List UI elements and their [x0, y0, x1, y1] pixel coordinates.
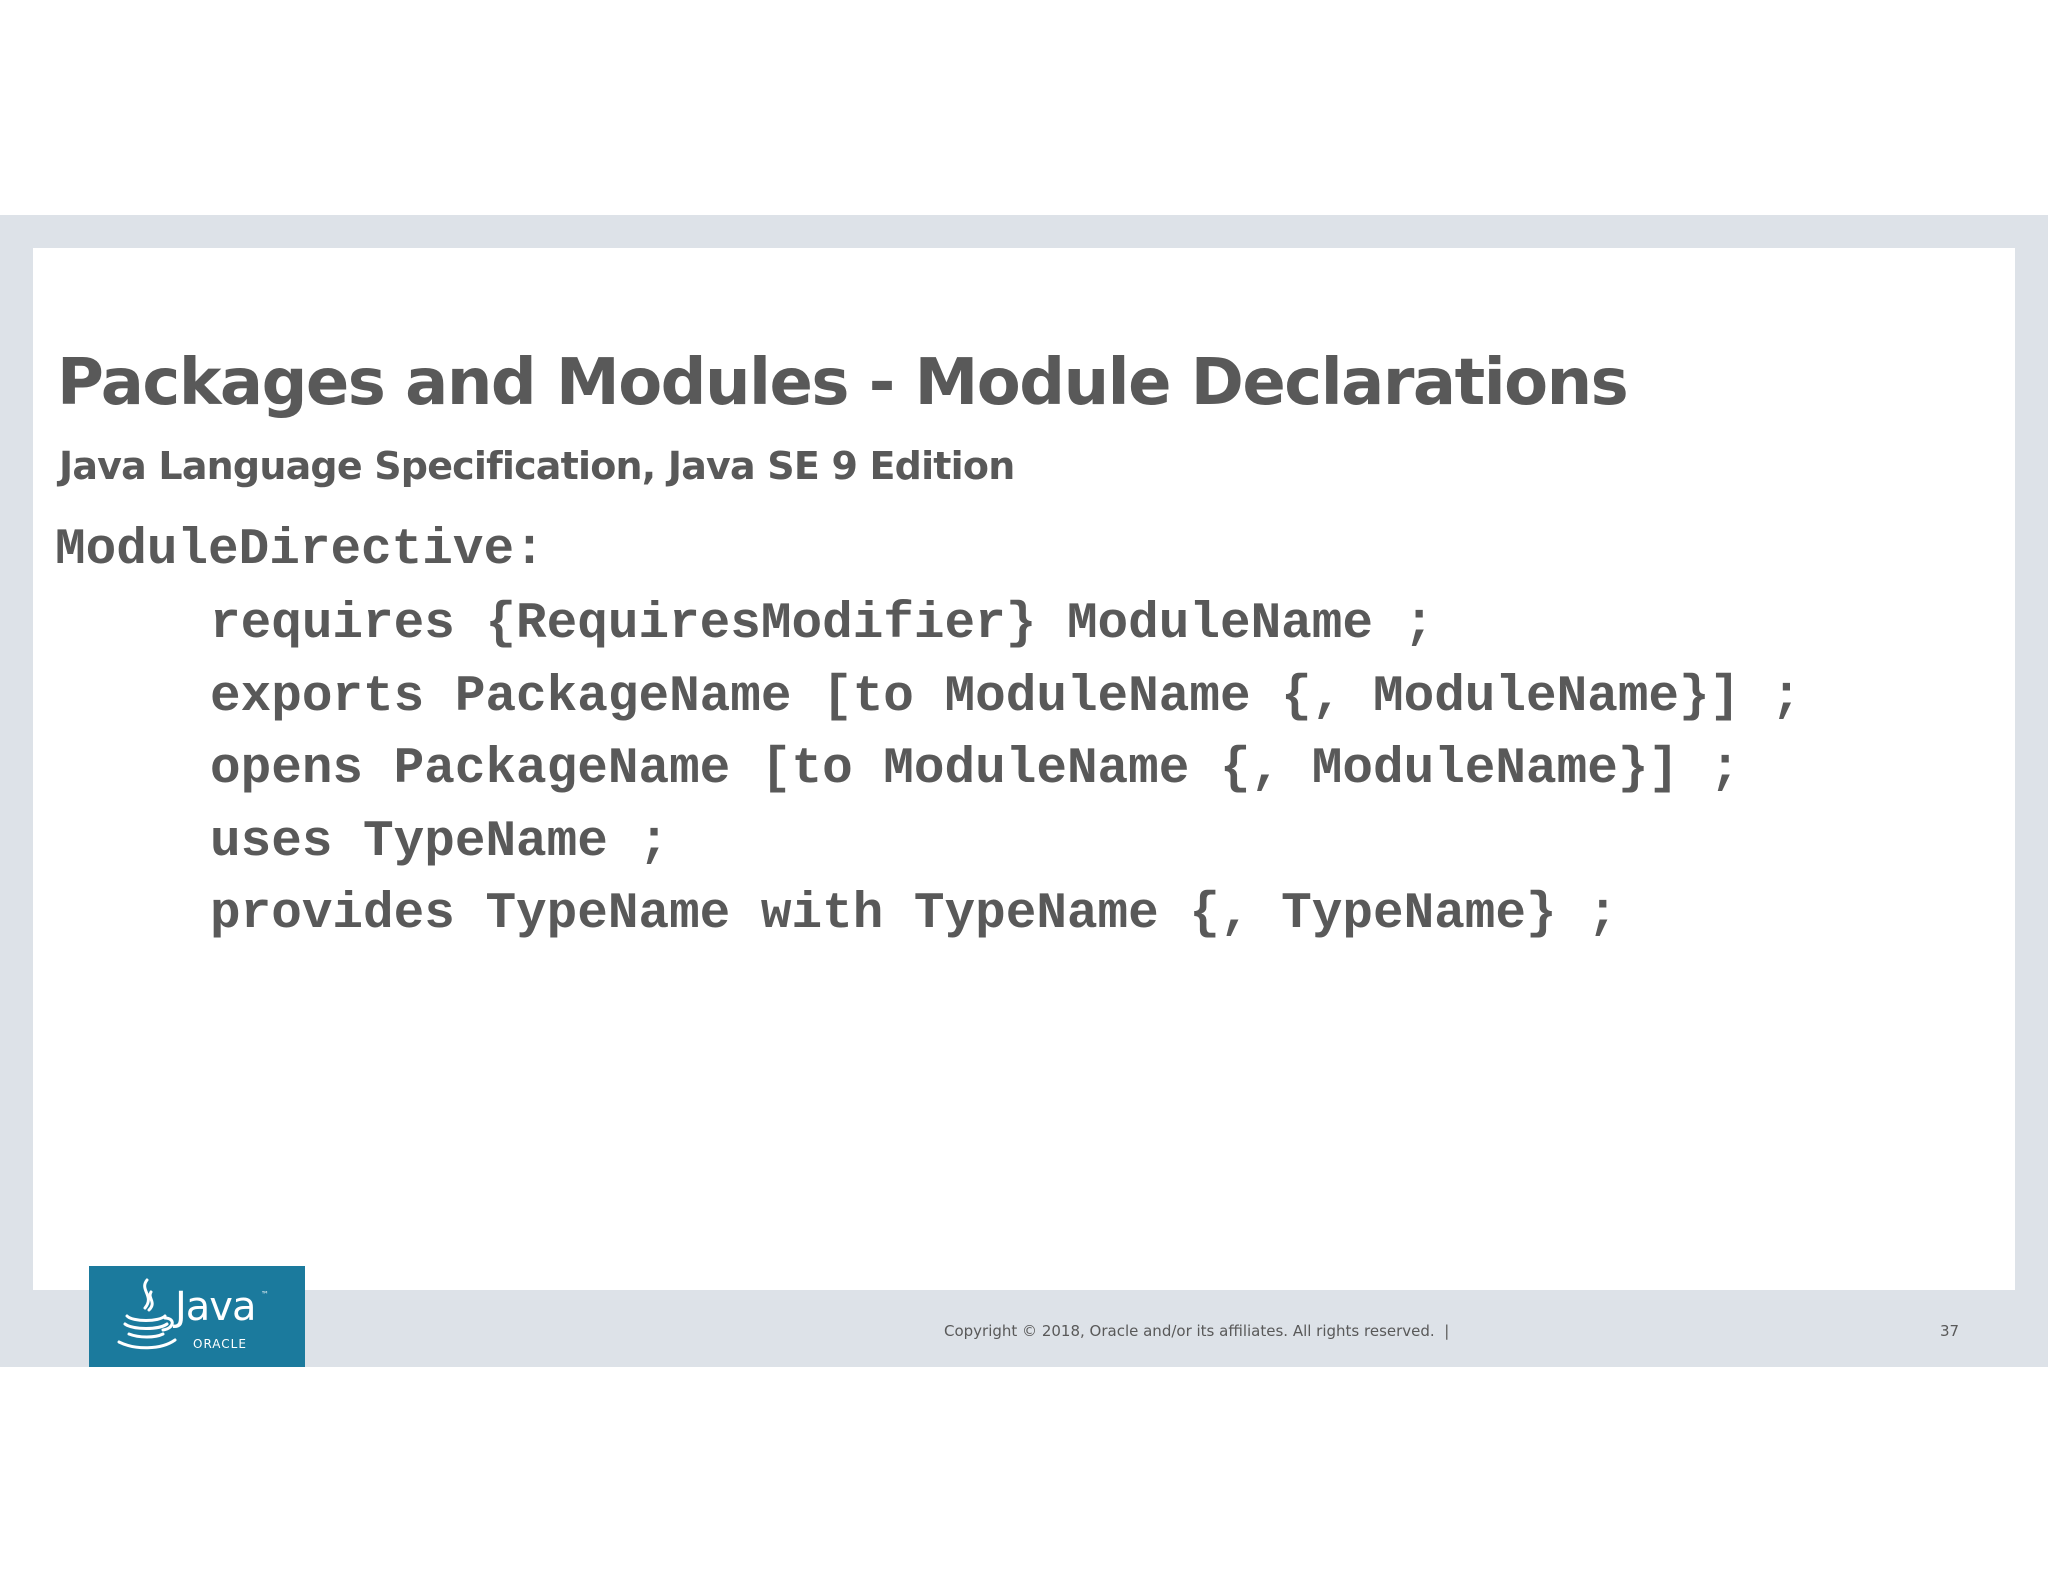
slide-title: Packages and Modules - Module Declaratio…	[57, 346, 1629, 420]
code-line-opens: opens PackageName [to ModuleName {, Modu…	[210, 741, 1741, 798]
java-oracle-logo: Java ™ ORACLE	[89, 1266, 305, 1367]
code-line-requires: requires {RequiresModifier} ModuleName ;	[210, 596, 1435, 653]
slide-subtitle: Java Language Specification, Java SE 9 E…	[59, 444, 1015, 488]
logo-oracle-text: ORACLE	[193, 1337, 247, 1351]
code-line-uses: uses TypeName ;	[210, 813, 670, 871]
copyright-notice: Copyright © 2018, Oracle and/or its affi…	[944, 1322, 1450, 1340]
code-lines: requires {RequiresModifier} ModuleName ;…	[210, 589, 1801, 952]
logo-trademark: ™	[261, 1290, 269, 1299]
slide-frame: Packages and Modules - Module Declaratio…	[0, 215, 2048, 1367]
code-heading: ModuleDirective:	[55, 522, 545, 579]
code-line-provides: provides TypeName with TypeName {, TypeN…	[210, 886, 1618, 943]
code-block: ModuleDirective: requires {RequiresModif…	[55, 513, 1801, 952]
code-line-exports: exports PackageName [to ModuleName {, Mo…	[210, 668, 1802, 726]
logo-java-text: Java	[175, 1284, 256, 1330]
page-number: 37	[1940, 1322, 1960, 1340]
